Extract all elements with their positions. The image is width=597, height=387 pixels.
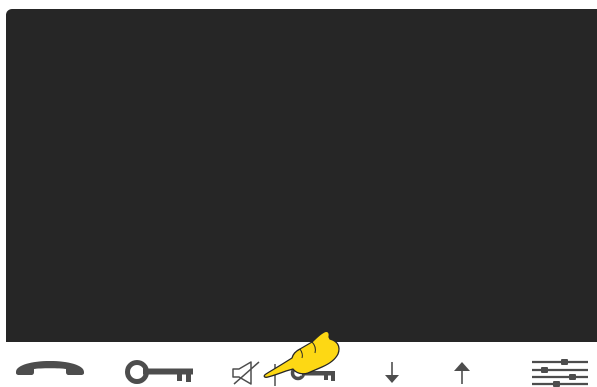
bottom-toolbar: [0, 342, 597, 387]
key-icon: [125, 359, 195, 385]
arrow-down-icon: [384, 360, 400, 384]
video-screen: [6, 9, 597, 342]
key-icon: [290, 365, 337, 383]
volume-down-button[interactable]: [384, 360, 400, 384]
phone-handset-icon: [14, 357, 86, 377]
arrow-up-icon: [453, 361, 471, 385]
mute-button[interactable]: [231, 360, 277, 386]
speaker-mute-icon: [231, 360, 277, 386]
settings-button[interactable]: [531, 359, 589, 387]
volume-up-button[interactable]: [453, 361, 471, 385]
hang-up-button[interactable]: [14, 357, 86, 377]
gate-open-button[interactable]: [290, 365, 337, 383]
sliders-icon: [531, 359, 589, 387]
door-open-button[interactable]: [125, 359, 195, 385]
